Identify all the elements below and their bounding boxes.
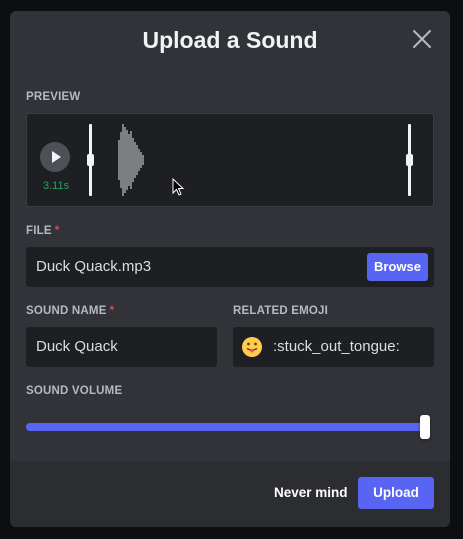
file-label-text: FILE <box>26 225 52 237</box>
browse-button[interactable]: Browse <box>367 253 428 281</box>
sound-volume-label: SOUND VOLUME <box>26 385 123 397</box>
close-icon[interactable] <box>410 27 434 51</box>
trim-end-handle[interactable] <box>406 124 413 196</box>
sound-volume-slider[interactable] <box>26 415 430 439</box>
mouse-cursor-icon <box>172 178 185 196</box>
trim-end-knob[interactable] <box>406 154 413 166</box>
slider-thumb[interactable] <box>420 415 430 439</box>
related-emoji-value: :stuck_out_tongue: <box>273 338 400 355</box>
sound-name-input[interactable]: Duck Quack <box>26 327 217 367</box>
stuck-out-tongue-icon <box>242 337 262 357</box>
sound-name-value: Duck Quack <box>36 338 118 355</box>
upload-button[interactable]: Upload <box>358 477 434 509</box>
file-field[interactable]: Duck Quack.mp3 Browse <box>26 247 434 287</box>
sound-name-label: SOUND NAME * <box>26 305 114 317</box>
trim-start-handle[interactable] <box>87 124 94 196</box>
related-emoji-input[interactable]: :stuck_out_tongue: <box>233 327 434 367</box>
modal-footer: Never mind Upload <box>10 461 450 527</box>
upload-sound-modal: Upload a Sound PREVIEW 3.11s FILE * Duck … <box>10 11 450 527</box>
modal-title: Upload a Sound <box>142 27 318 53</box>
required-mark: * <box>54 225 60 237</box>
file-label: FILE * <box>26 225 59 237</box>
audio-preview: 3.11s <box>26 113 434 207</box>
file-name-value: Duck Quack.mp3 <box>36 258 152 275</box>
trim-start-knob[interactable] <box>87 154 94 166</box>
slider-fill <box>26 423 430 431</box>
never-mind-button[interactable]: Never mind <box>274 485 348 500</box>
related-emoji-label: RELATED EMOJI <box>233 305 329 317</box>
preview-label: PREVIEW <box>26 91 81 103</box>
required-mark: * <box>109 305 115 317</box>
sound-name-label-text: SOUND NAME <box>26 305 107 317</box>
